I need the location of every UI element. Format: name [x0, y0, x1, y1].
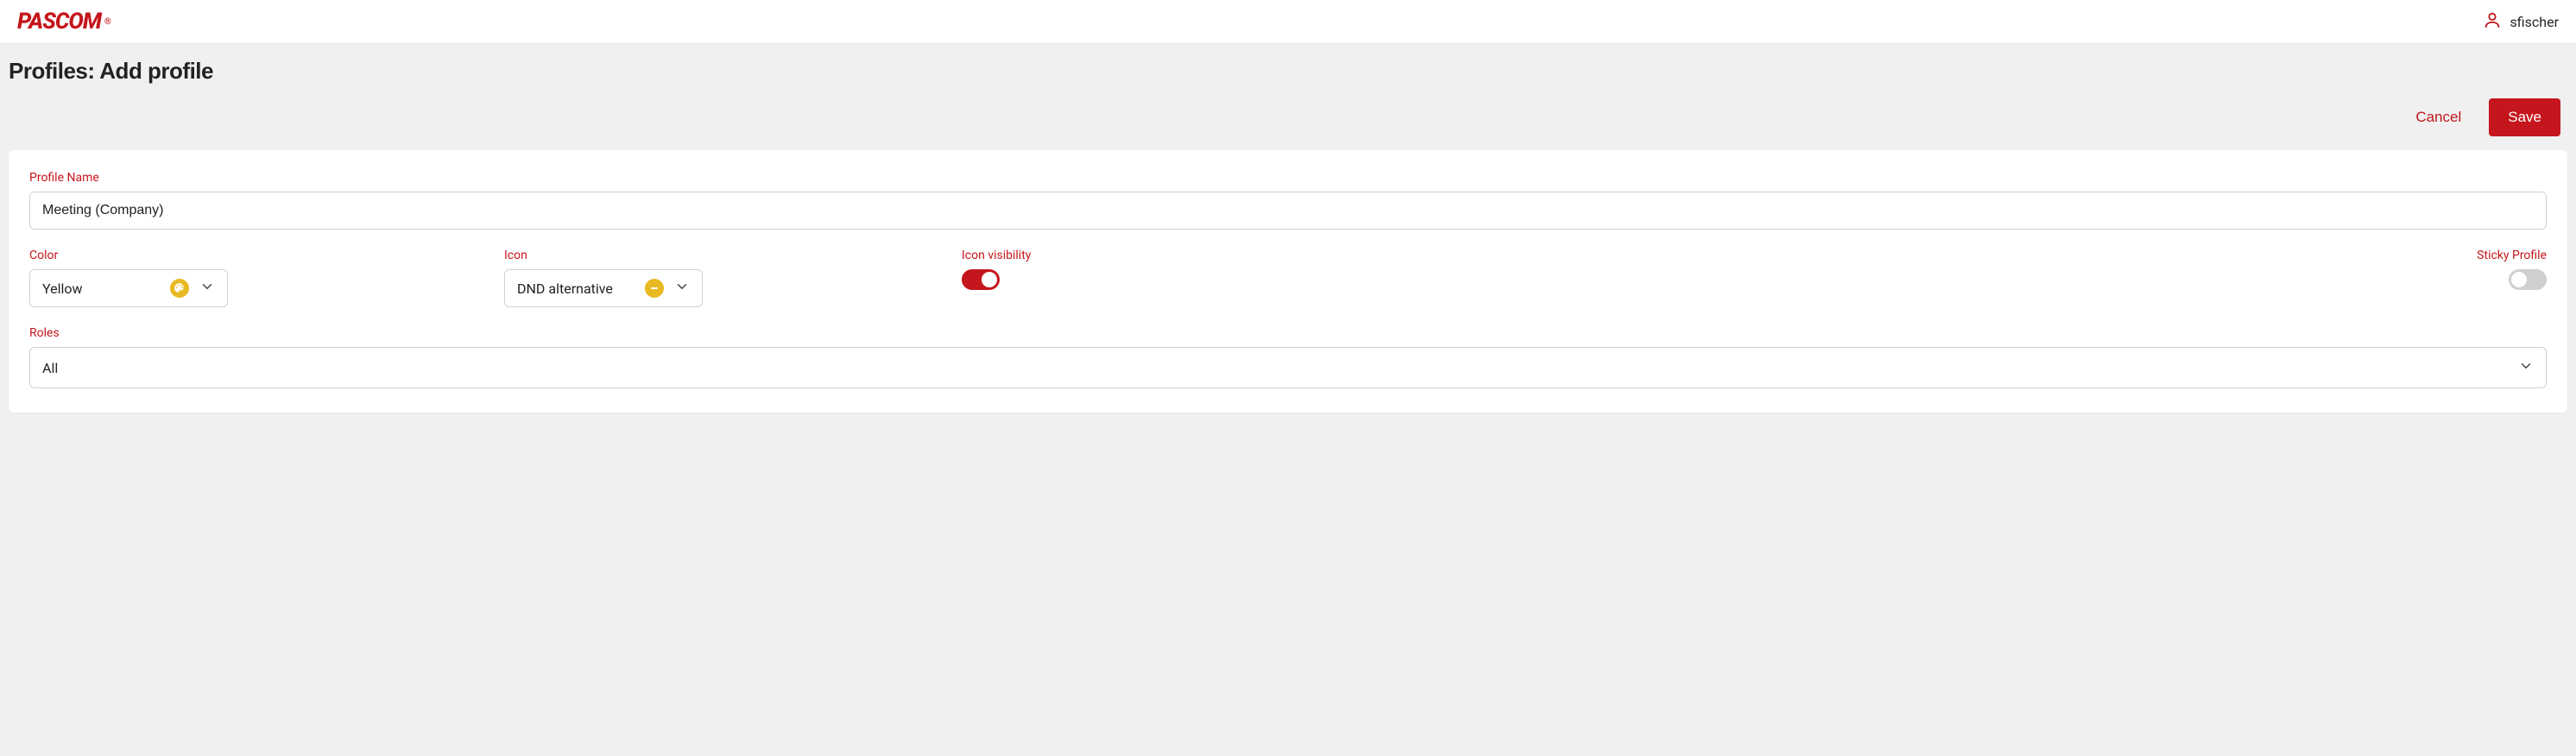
- icon-block: Icon DND alternative: [504, 249, 703, 307]
- page-title: Profiles: Add profile: [9, 58, 2567, 85]
- sticky-profile-toggle[interactable]: [2509, 269, 2547, 290]
- profile-name-label: Profile Name: [29, 171, 2547, 185]
- sticky-profile-block: Sticky Profile: [2477, 249, 2547, 290]
- brand-text: PASCOM: [17, 9, 101, 35]
- chevron-down-icon: [199, 279, 215, 298]
- icon-visibility-block: Icon visibility: [962, 249, 1031, 290]
- icon-visibility-label: Icon visibility: [962, 249, 1031, 262]
- form-card: Profile Name Color Yellow: [9, 150, 2567, 413]
- icon-visibility-toggle[interactable]: [962, 269, 1000, 290]
- sticky-profile-label: Sticky Profile: [2477, 249, 2547, 262]
- dnd-icon: [645, 279, 664, 298]
- row-group: Color Yellow Icon: [29, 249, 2547, 307]
- icon-label: Icon: [504, 249, 703, 262]
- roles-block: Roles All: [29, 326, 2547, 388]
- roles-select[interactable]: All: [29, 347, 2547, 388]
- user-icon: [2483, 10, 2502, 33]
- page-content: Profiles: Add profile Cancel Save Profil…: [0, 44, 2576, 421]
- toggle-knob: [982, 272, 997, 287]
- username-label: sfischer: [2510, 14, 2559, 30]
- actions-row: Cancel Save: [9, 98, 2567, 136]
- brand-logo: PASCOM®: [17, 9, 110, 35]
- color-value: Yellow: [42, 280, 83, 297]
- color-select[interactable]: Yellow: [29, 269, 228, 307]
- roles-value: All: [42, 360, 58, 376]
- user-area[interactable]: sfischer: [2483, 10, 2559, 33]
- icon-value: DND alternative: [517, 280, 613, 297]
- color-block: Color Yellow: [29, 249, 228, 307]
- palette-icon: [170, 279, 189, 298]
- icon-select[interactable]: DND alternative: [504, 269, 703, 307]
- roles-label: Roles: [29, 326, 2547, 340]
- cancel-button[interactable]: Cancel: [2409, 100, 2468, 135]
- chevron-down-icon: [2518, 358, 2534, 377]
- chevron-down-icon: [674, 279, 690, 298]
- profile-name-block: Profile Name: [29, 171, 2547, 230]
- registered-mark: ®: [104, 17, 110, 27]
- topbar: PASCOM® sfischer: [0, 0, 2576, 44]
- color-label: Color: [29, 249, 228, 262]
- toggle-knob: [2511, 272, 2527, 287]
- profile-name-input[interactable]: [29, 192, 2547, 230]
- save-button[interactable]: Save: [2489, 98, 2560, 136]
